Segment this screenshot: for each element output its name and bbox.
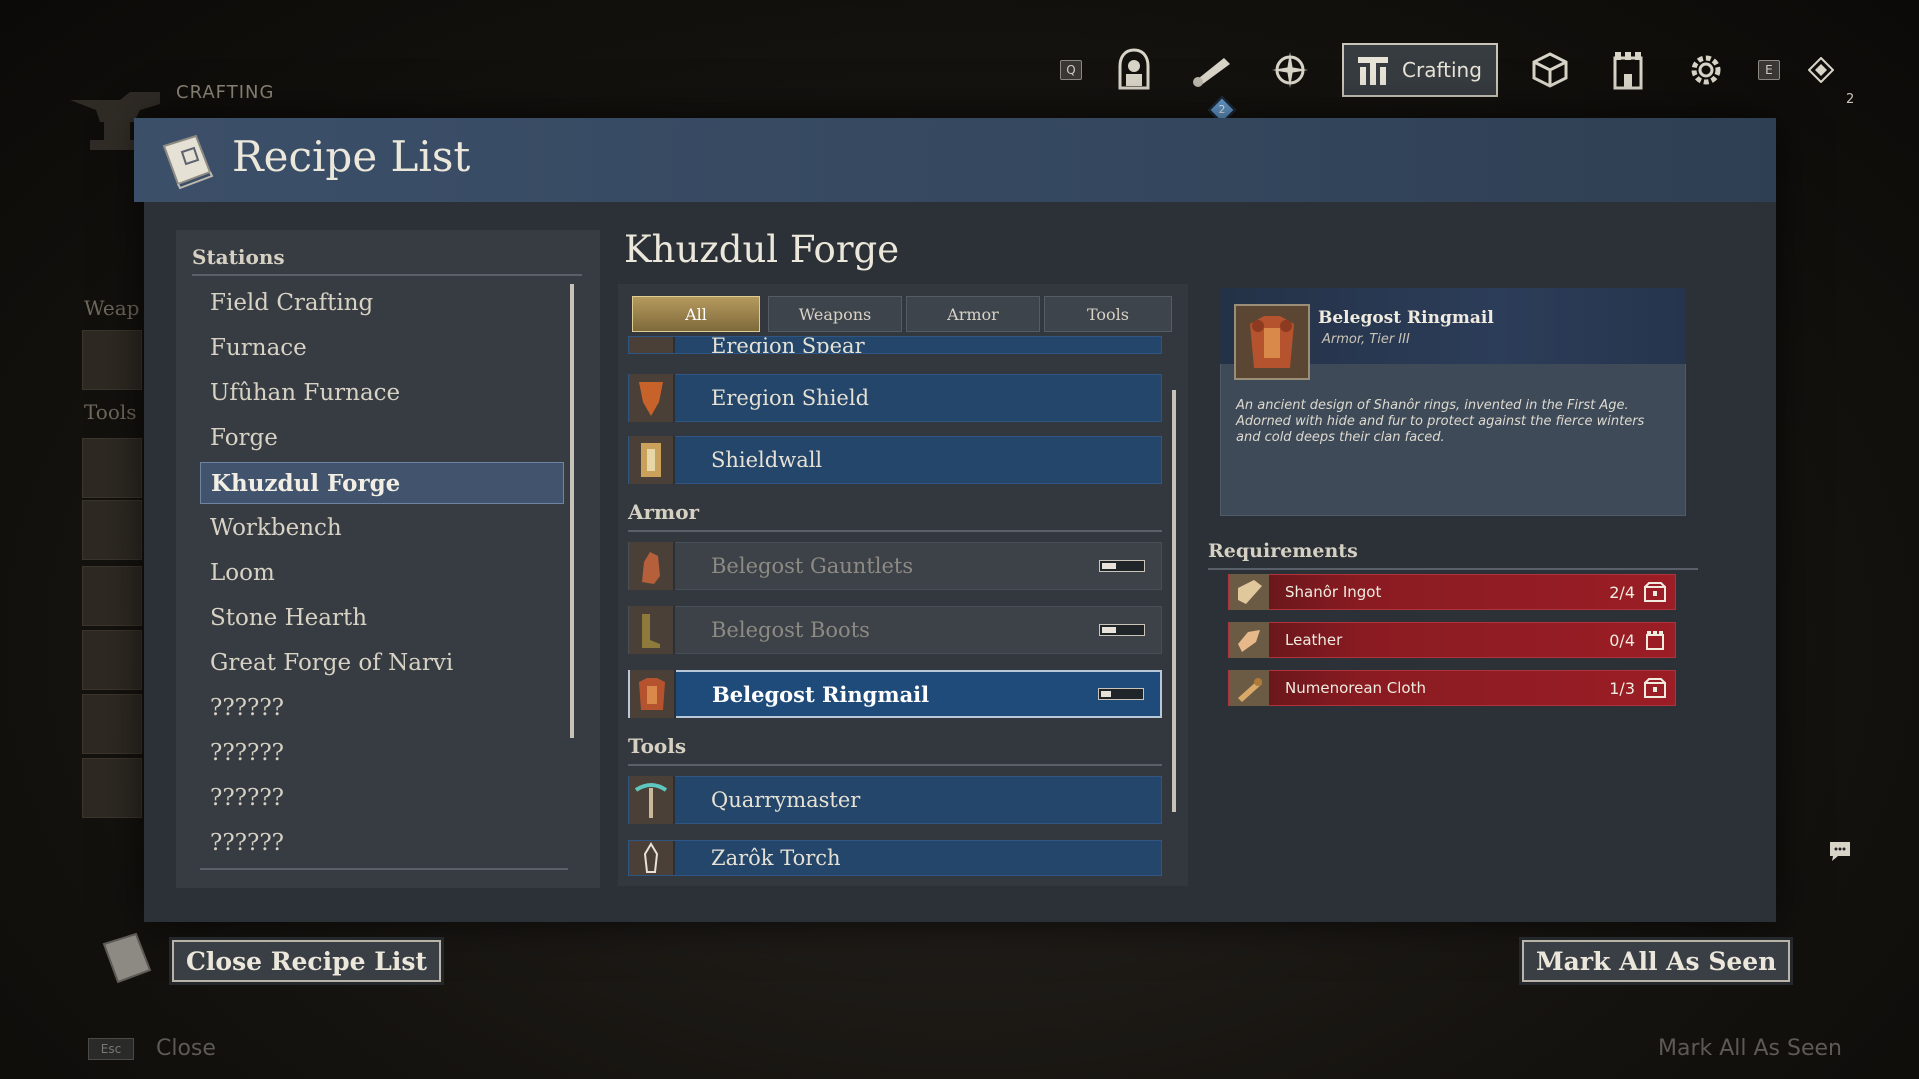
- station-item-selected[interactable]: Khuzdul Forge: [200, 462, 564, 504]
- ingot-icon: [1229, 574, 1269, 610]
- station-item-locked[interactable]: ??????: [200, 687, 564, 729]
- pickaxe-icon: [629, 776, 675, 824]
- divider: [628, 764, 1162, 766]
- station-item[interactable]: Loom: [200, 552, 564, 594]
- station-title: Khuzdul Forge: [624, 228, 900, 271]
- blocks-icon[interactable]: [1524, 44, 1576, 96]
- background-slot: [82, 438, 142, 498]
- shield-icon: [629, 374, 675, 422]
- recipe-item[interactable]: Shieldwall: [628, 436, 1162, 484]
- progress-bar: [1098, 688, 1144, 700]
- background-slot: [82, 758, 142, 818]
- fortress-icon[interactable]: [1602, 44, 1654, 96]
- recipe-item[interactable]: Eregion Shield: [628, 374, 1162, 422]
- e-key-hint: E: [1757, 60, 1780, 80]
- background-crafting-label: CRAFTING: [176, 82, 275, 103]
- category-armor-heading: Armor: [628, 500, 700, 524]
- item-name: Belegost Ringmail: [1318, 308, 1494, 328]
- recipe-item-partial[interactable]: Eregion Spear: [628, 336, 1162, 354]
- background-slot: [82, 566, 142, 626]
- station-item-locked[interactable]: ??????: [200, 822, 564, 864]
- station-item-locked[interactable]: ??????: [200, 777, 564, 819]
- close-hint[interactable]: Close: [156, 1036, 216, 1061]
- tab-tools[interactable]: Tools: [1044, 296, 1172, 332]
- gear-icon[interactable]: [1680, 44, 1732, 96]
- fortress-storage-icon: [1646, 631, 1664, 650]
- crafting-icon: [1358, 57, 1388, 85]
- stations-heading: Stations: [192, 245, 285, 269]
- background-tools-label: Tools: [84, 400, 137, 424]
- requirement-row[interactable]: Numenorean Cloth 1/3: [1228, 670, 1676, 706]
- category-tools-heading: Tools: [628, 734, 687, 758]
- leather-icon: [1229, 622, 1269, 658]
- close-recipe-list-button[interactable]: Close Recipe List: [172, 940, 441, 982]
- tab-crafting-label: Crafting: [1402, 58, 1482, 82]
- recipe-item-selected[interactable]: Belegost Ringmail: [628, 670, 1162, 718]
- station-item[interactable]: Field Crafting: [200, 282, 564, 324]
- recipe-book-icon: [102, 932, 152, 984]
- ringmail-icon: [1234, 304, 1310, 380]
- stations-scrollbar[interactable]: [570, 284, 574, 738]
- station-item[interactable]: Forge: [200, 417, 564, 459]
- recipe-scrollbar[interactable]: [1172, 390, 1176, 812]
- background-slot: [82, 330, 142, 390]
- recipe-item[interactable]: Belegost Gauntlets: [628, 542, 1162, 590]
- divider: [628, 530, 1162, 532]
- top-nav: Q Crafting E: [1060, 40, 1836, 100]
- item-description: An ancient design of Shanôr rings, inven…: [1236, 398, 1645, 445]
- background-slot: [82, 630, 142, 690]
- esc-key-hint: Esc: [88, 1038, 134, 1060]
- mark-all-seen-button[interactable]: Mark All As Seen: [1522, 940, 1791, 982]
- waypoint-count: 2: [1846, 92, 1855, 107]
- background-slot: [82, 500, 142, 560]
- gauntlets-icon: [629, 542, 675, 590]
- divider: [1208, 568, 1698, 570]
- station-item[interactable]: Workbench: [200, 507, 564, 549]
- panel-title: Recipe List: [232, 132, 471, 181]
- chat-icon[interactable]: [1828, 840, 1852, 862]
- station-item[interactable]: Furnace: [200, 327, 564, 369]
- compass-icon[interactable]: [1264, 44, 1316, 96]
- recipe-book-icon: [162, 134, 214, 190]
- progress-bar: [1099, 624, 1145, 636]
- requirement-row[interactable]: Shanôr Ingot 2/4: [1228, 574, 1676, 610]
- mark-all-hint[interactable]: Mark All As Seen: [1658, 1036, 1842, 1061]
- tab-all[interactable]: All: [632, 296, 760, 332]
- recipe-item[interactable]: Quarrymaster: [628, 776, 1162, 824]
- boots-icon: [629, 606, 675, 654]
- requirement-row[interactable]: Leather 0/4: [1228, 622, 1676, 658]
- divider: [200, 868, 568, 870]
- background-slot: [82, 694, 142, 754]
- cloth-icon: [1229, 670, 1269, 706]
- scroll-icon[interactable]: [1186, 44, 1238, 96]
- progress-bar: [1099, 560, 1145, 572]
- recipe-item[interactable]: Belegost Boots: [628, 606, 1162, 654]
- storage-chest-icon: [1644, 678, 1666, 698]
- station-item-locked[interactable]: ??????: [200, 732, 564, 774]
- requirements-heading: Requirements: [1208, 540, 1358, 562]
- item-subtitle: Armor, Tier III: [1322, 332, 1410, 347]
- spear-icon: [629, 337, 675, 353]
- q-key-hint: Q: [1060, 60, 1082, 80]
- storage-chest-icon: [1644, 582, 1666, 602]
- tab-armor[interactable]: Armor: [906, 296, 1040, 332]
- station-item[interactable]: Ufûhan Furnace: [200, 372, 564, 414]
- waypoint-icon[interactable]: [1806, 44, 1836, 96]
- divider: [192, 274, 582, 276]
- background-weapons-label: Weap: [84, 296, 140, 320]
- station-item[interactable]: Great Forge of Narvi: [200, 642, 564, 684]
- ringmail-icon: [630, 670, 676, 718]
- torch-icon: [629, 841, 675, 875]
- tab-weapons[interactable]: Weapons: [768, 296, 902, 332]
- tab-crafting[interactable]: Crafting: [1342, 43, 1498, 97]
- shieldwall-icon: [629, 436, 675, 484]
- recipe-item[interactable]: Zarôk Torch: [628, 840, 1162, 876]
- station-item[interactable]: Stone Hearth: [200, 597, 564, 639]
- character-icon[interactable]: [1108, 44, 1160, 96]
